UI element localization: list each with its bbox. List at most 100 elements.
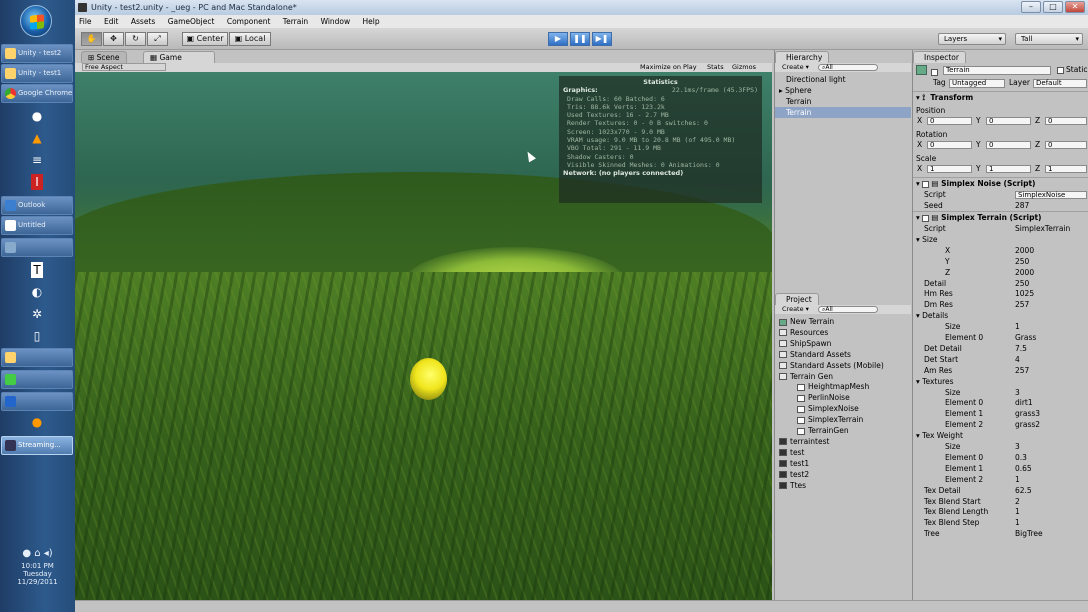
taskbar-item[interactable]: Google Chrome bbox=[1, 84, 73, 103]
transform-header[interactable]: ▾ ⟟ Transform bbox=[913, 91, 1088, 103]
rotation-z[interactable]: 0 bbox=[1045, 141, 1087, 149]
property-value[interactable]: 7.5 bbox=[1015, 343, 1027, 354]
stats-button[interactable]: Stats bbox=[707, 63, 724, 72]
layout-dropdown[interactable]: Tall bbox=[1015, 33, 1083, 45]
network-icon[interactable]: ≡ bbox=[28, 152, 46, 168]
maximize-button[interactable]: □ bbox=[1043, 1, 1063, 13]
menu-gameobject[interactable]: GameObject bbox=[168, 17, 215, 26]
property-value[interactable]: 2000 bbox=[1015, 267, 1034, 278]
taskbar-item[interactable]: Untitled bbox=[1, 216, 73, 235]
rotate-tool-icon[interactable]: ↻ bbox=[125, 32, 146, 46]
project-item[interactable]: PerlinNoise bbox=[775, 392, 911, 403]
hierarchy-item[interactable]: ▸ Sphere bbox=[775, 85, 911, 96]
step-button[interactable]: ▶❚ bbox=[592, 32, 612, 46]
project-item[interactable]: Resources bbox=[775, 327, 911, 338]
project-item[interactable]: TerrainGen bbox=[775, 425, 911, 436]
scale-z[interactable]: 1 bbox=[1045, 165, 1087, 173]
scale-tool-icon[interactable]: ⤢ bbox=[147, 32, 168, 46]
taskbar-item[interactable] bbox=[1, 392, 73, 411]
tab-game[interactable]: ▦ Game bbox=[143, 51, 215, 63]
property-value[interactable]: 257 bbox=[1015, 299, 1029, 310]
property-value[interactable]: SimplexTerrain bbox=[1015, 223, 1070, 234]
property-value[interactable]: 257 bbox=[1015, 365, 1029, 376]
layer-dropdown[interactable]: Default bbox=[1033, 79, 1087, 88]
pivot-local-button[interactable]: ▣ Local bbox=[229, 32, 271, 46]
project-item[interactable]: test1 bbox=[775, 458, 911, 469]
property-value[interactable]: 1 bbox=[1015, 517, 1020, 528]
maximize-on-play-button[interactable]: Maximize on Play bbox=[640, 63, 697, 72]
aspect-dropdown[interactable]: Free Aspect bbox=[82, 63, 166, 71]
taskbar-item[interactable] bbox=[1, 348, 73, 367]
position-z[interactable]: 0 bbox=[1045, 117, 1087, 125]
hierarchy-item-selected[interactable]: Terrain bbox=[775, 107, 911, 118]
scale-y[interactable]: 1 bbox=[986, 165, 1031, 173]
project-item[interactable]: SimplexTerrain bbox=[775, 414, 911, 425]
property-value[interactable]: grass2 bbox=[1015, 419, 1040, 430]
simplex-noise-header[interactable]: ▾ ▤ Simplex Noise (Script) bbox=[913, 177, 1088, 189]
taskbar-item[interactable]: Outlook bbox=[1, 196, 73, 215]
active-checkbox[interactable] bbox=[931, 66, 940, 77]
vlc-icon[interactable]: ▲ bbox=[28, 130, 46, 146]
property-value[interactable]: 1 bbox=[1015, 506, 1020, 517]
tray-icons[interactable]: ● ⌂ ◂) bbox=[0, 548, 75, 562]
project-item[interactable]: test2 bbox=[775, 469, 911, 480]
property-value[interactable]: 2 bbox=[1015, 496, 1020, 507]
property-value[interactable]: 2000 bbox=[1015, 245, 1034, 256]
property-value[interactable]: 0.3 bbox=[1015, 452, 1027, 463]
project-item[interactable]: ShipSpawn bbox=[775, 338, 911, 349]
object-name-field[interactable]: Terrain bbox=[943, 66, 1051, 75]
project-item[interactable]: HeightmapMesh bbox=[775, 381, 911, 392]
hierarchy-item[interactable]: Directional light bbox=[775, 74, 911, 85]
position-x[interactable]: 0 bbox=[927, 117, 972, 125]
scale-x[interactable]: 1 bbox=[927, 165, 972, 173]
gizmos-button[interactable]: Gizmos bbox=[732, 63, 756, 72]
property-value[interactable]: 1025 bbox=[1015, 288, 1034, 299]
property-value[interactable]: Grass bbox=[1015, 332, 1036, 343]
taskbar-item[interactable] bbox=[1, 370, 73, 389]
pivot-center-button[interactable]: ▣ Center bbox=[182, 32, 228, 46]
menu-assets[interactable]: Assets bbox=[131, 17, 155, 26]
project-item[interactable]: test bbox=[775, 447, 911, 458]
property-value[interactable]: 3 bbox=[1015, 441, 1020, 452]
menu-component[interactable]: Component bbox=[227, 17, 271, 26]
property-value[interactable]: 3 bbox=[1015, 387, 1020, 398]
app-icon[interactable]: I bbox=[31, 174, 43, 190]
minimize-button[interactable]: – bbox=[1021, 1, 1041, 13]
game-icon[interactable]: ◐ bbox=[28, 284, 46, 300]
taskbar-item[interactable] bbox=[1, 238, 73, 257]
pause-button[interactable]: ❚❚ bbox=[570, 32, 590, 46]
property-label[interactable]: ▾ Details bbox=[916, 310, 948, 321]
app-icon[interactable]: ● bbox=[28, 414, 46, 430]
game-viewport[interactable]: Statistics Graphics: 22.1ms/frame (45.3FP… bbox=[75, 72, 772, 600]
property-value[interactable]: 62.5 bbox=[1015, 485, 1032, 496]
menu-terrain[interactable]: Terrain bbox=[283, 17, 308, 26]
taskbar-item[interactable]: Unity - test1 bbox=[1, 64, 73, 83]
static-checkbox[interactable]: Static bbox=[1057, 64, 1087, 75]
property-value[interactable]: BigTree bbox=[1015, 528, 1043, 539]
property-label[interactable]: ▾ Textures bbox=[916, 376, 954, 387]
menu-window[interactable]: Window bbox=[321, 17, 351, 26]
taskbar-item[interactable]: Unity - test2 bbox=[1, 44, 73, 63]
project-search-input[interactable]: ⌕All bbox=[818, 306, 878, 313]
menu-help[interactable]: Help bbox=[363, 17, 380, 26]
tag-dropdown[interactable]: Untagged bbox=[949, 79, 1005, 88]
menu-file[interactable]: File bbox=[79, 17, 92, 26]
taskbar-item-active[interactable]: Streaming... bbox=[1, 436, 73, 455]
clock-time[interactable]: 10:01 PM bbox=[0, 562, 75, 570]
noise-script-field[interactable]: SimplexNoise bbox=[1015, 191, 1087, 199]
text-app-icon[interactable]: T bbox=[31, 262, 43, 278]
project-item[interactable]: Standard Assets (Mobile) bbox=[775, 360, 911, 371]
project-item[interactable]: Standard Assets bbox=[775, 349, 911, 360]
gear-icon[interactable]: ✲ bbox=[28, 306, 46, 322]
hand-tool-icon[interactable]: ✋ bbox=[81, 32, 102, 46]
project-item[interactable]: New Terrain bbox=[775, 316, 911, 327]
property-label[interactable]: ▾ Tex Weight bbox=[916, 430, 963, 441]
hierarchy-create-button[interactable]: Create bbox=[782, 63, 804, 71]
tab-scene[interactable]: ⊞ Scene bbox=[81, 51, 127, 63]
start-button[interactable] bbox=[20, 5, 52, 37]
property-value[interactable]: grass3 bbox=[1015, 408, 1040, 419]
seed-field[interactable]: 287 bbox=[1015, 200, 1029, 211]
firefox-icon[interactable]: ● bbox=[28, 108, 46, 124]
project-tab[interactable]: Project bbox=[775, 293, 819, 305]
project-item[interactable]: SimplexNoise bbox=[775, 403, 911, 414]
